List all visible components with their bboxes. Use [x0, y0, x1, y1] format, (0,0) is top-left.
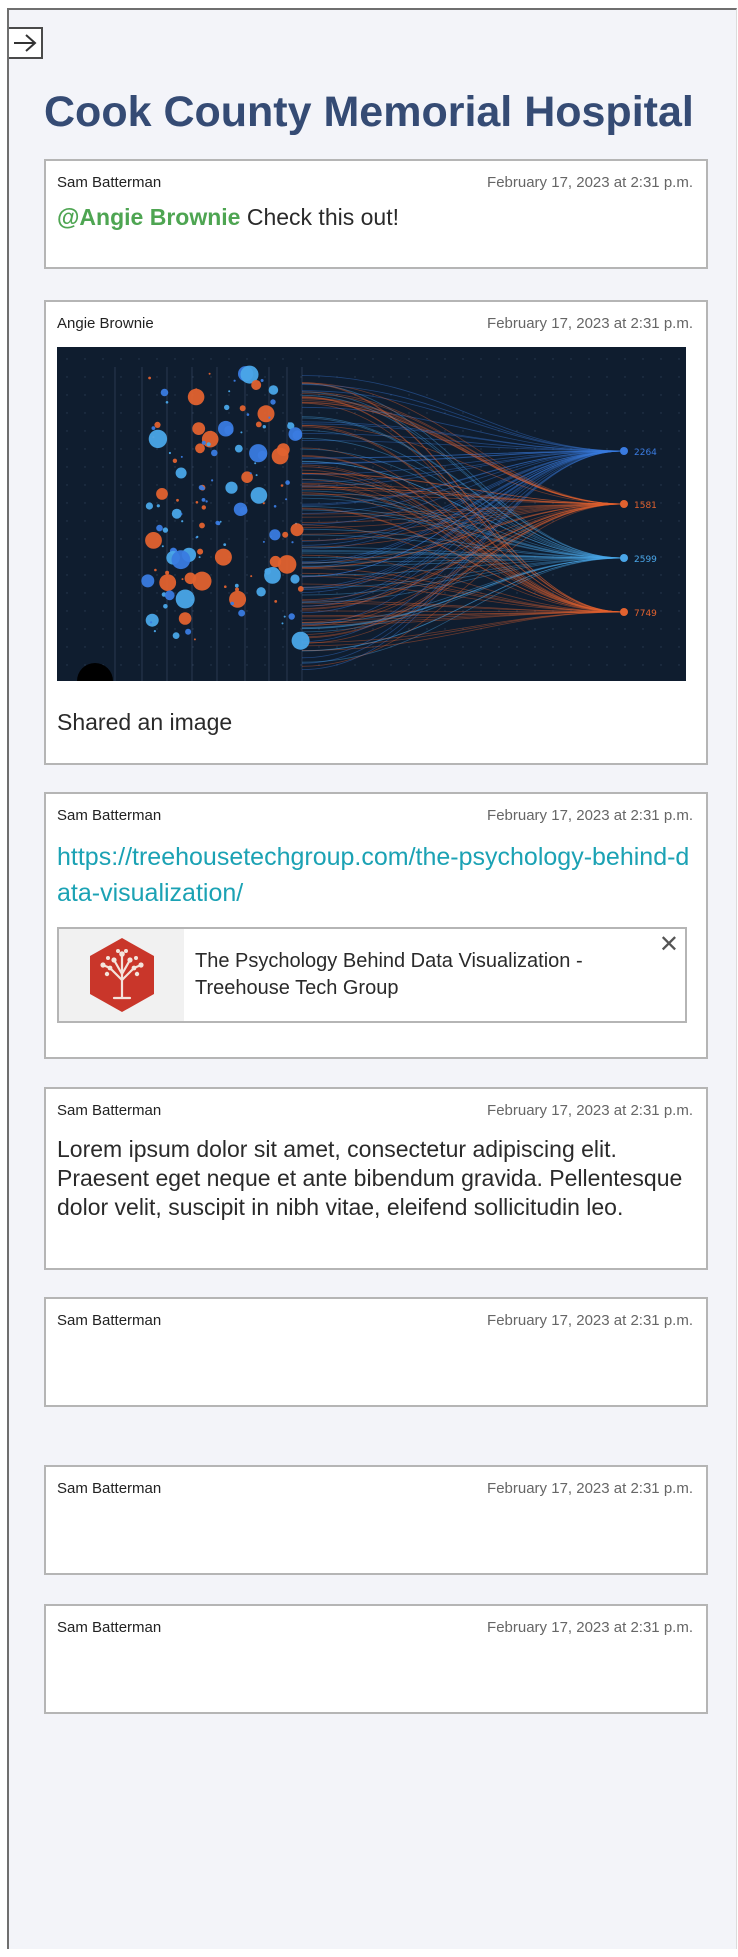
post-message-text: Check this out!	[240, 204, 399, 230]
svg-text:1581: 1581	[634, 501, 657, 511]
post-link[interactable]: https://treehousetechgroup.com/the-psych…	[57, 839, 695, 911]
svg-text:2599: 2599	[634, 555, 657, 565]
post-author: Angie Brownie	[57, 314, 154, 332]
collapse-sidebar-button[interactable]	[9, 27, 43, 59]
post-header: Sam Batterman February 17, 2023 at 2:31 …	[46, 1478, 706, 1498]
post-header: Sam Batterman February 17, 2023 at 2:31 …	[46, 1100, 706, 1120]
post-timestamp: February 17, 2023 at 2:31 p.m.	[487, 173, 693, 191]
post-card: Sam Batterman February 17, 2023 at 2:31 …	[44, 1465, 708, 1575]
post-author: Sam Batterman	[57, 1101, 162, 1119]
post-author: Sam Batterman	[57, 173, 162, 191]
post-body-text: Lorem ipsum dolor sit amet, consectetur …	[57, 1136, 683, 1220]
post-card: Angie Brownie February 17, 2023 at 2:31 …	[44, 300, 708, 765]
svg-text:7749: 7749	[634, 609, 657, 619]
post-caption: Shared an image	[57, 709, 233, 735]
link-preview-title: The Psychology Behind Data Visualization…	[195, 950, 583, 999]
post-timestamp: February 17, 2023 at 2:31 p.m.	[487, 314, 693, 332]
post-header: Sam Batterman February 17, 2023 at 2:31 …	[46, 172, 706, 192]
link-preview-card[interactable]: The Psychology Behind Data Visualization…	[57, 927, 687, 1023]
svg-text:2264: 2264	[634, 448, 657, 458]
post-card: Sam Batterman February 17, 2023 at 2:31 …	[44, 1604, 708, 1714]
post-timestamp: February 17, 2023 at 2:31 p.m.	[487, 1479, 693, 1497]
post-author: Sam Batterman	[57, 1311, 162, 1329]
post-header: Sam Batterman February 17, 2023 at 2:31 …	[46, 805, 706, 825]
post-timestamp: February 17, 2023 at 2:31 p.m.	[487, 1311, 693, 1329]
post-timestamp: February 17, 2023 at 2:31 p.m.	[487, 806, 693, 824]
post-card: Sam Batterman February 17, 2023 at 2:31 …	[44, 1297, 708, 1407]
post-author: Sam Batterman	[57, 1479, 162, 1497]
user-mention-link[interactable]: @Angie Brownie	[57, 204, 240, 230]
post-timestamp: February 17, 2023 at 2:31 p.m.	[487, 1101, 693, 1119]
arrow-right-icon	[14, 34, 37, 52]
shared-image[interactable]: 2264 1581 2599 7749	[57, 347, 686, 681]
page-title: Cook County Memorial Hospital	[44, 88, 694, 136]
post-header: Angie Brownie February 17, 2023 at 2:31 …	[46, 313, 706, 333]
app-frame: Cook County Memorial Hospital Sam Batter…	[7, 8, 737, 1949]
tree-logo-icon	[89, 938, 154, 1012]
post-card: Sam Batterman February 17, 2023 at 2:31 …	[44, 159, 708, 269]
post-header: Sam Batterman February 17, 2023 at 2:31 …	[46, 1310, 706, 1330]
post-message: @Angie Brownie Check this out!	[57, 204, 706, 231]
post-author: Sam Batterman	[57, 1618, 162, 1636]
post-author: Sam Batterman	[57, 806, 162, 824]
post-card: Sam Batterman February 17, 2023 at 2:31 …	[44, 1087, 708, 1270]
post-header: Sam Batterman February 17, 2023 at 2:31 …	[46, 1617, 706, 1637]
close-preview-icon[interactable]: ✕	[659, 933, 679, 957]
site-logo	[59, 929, 184, 1021]
post-timestamp: February 17, 2023 at 2:31 p.m.	[487, 1618, 693, 1636]
post-card: Sam Batterman February 17, 2023 at 2:31 …	[44, 792, 708, 1059]
